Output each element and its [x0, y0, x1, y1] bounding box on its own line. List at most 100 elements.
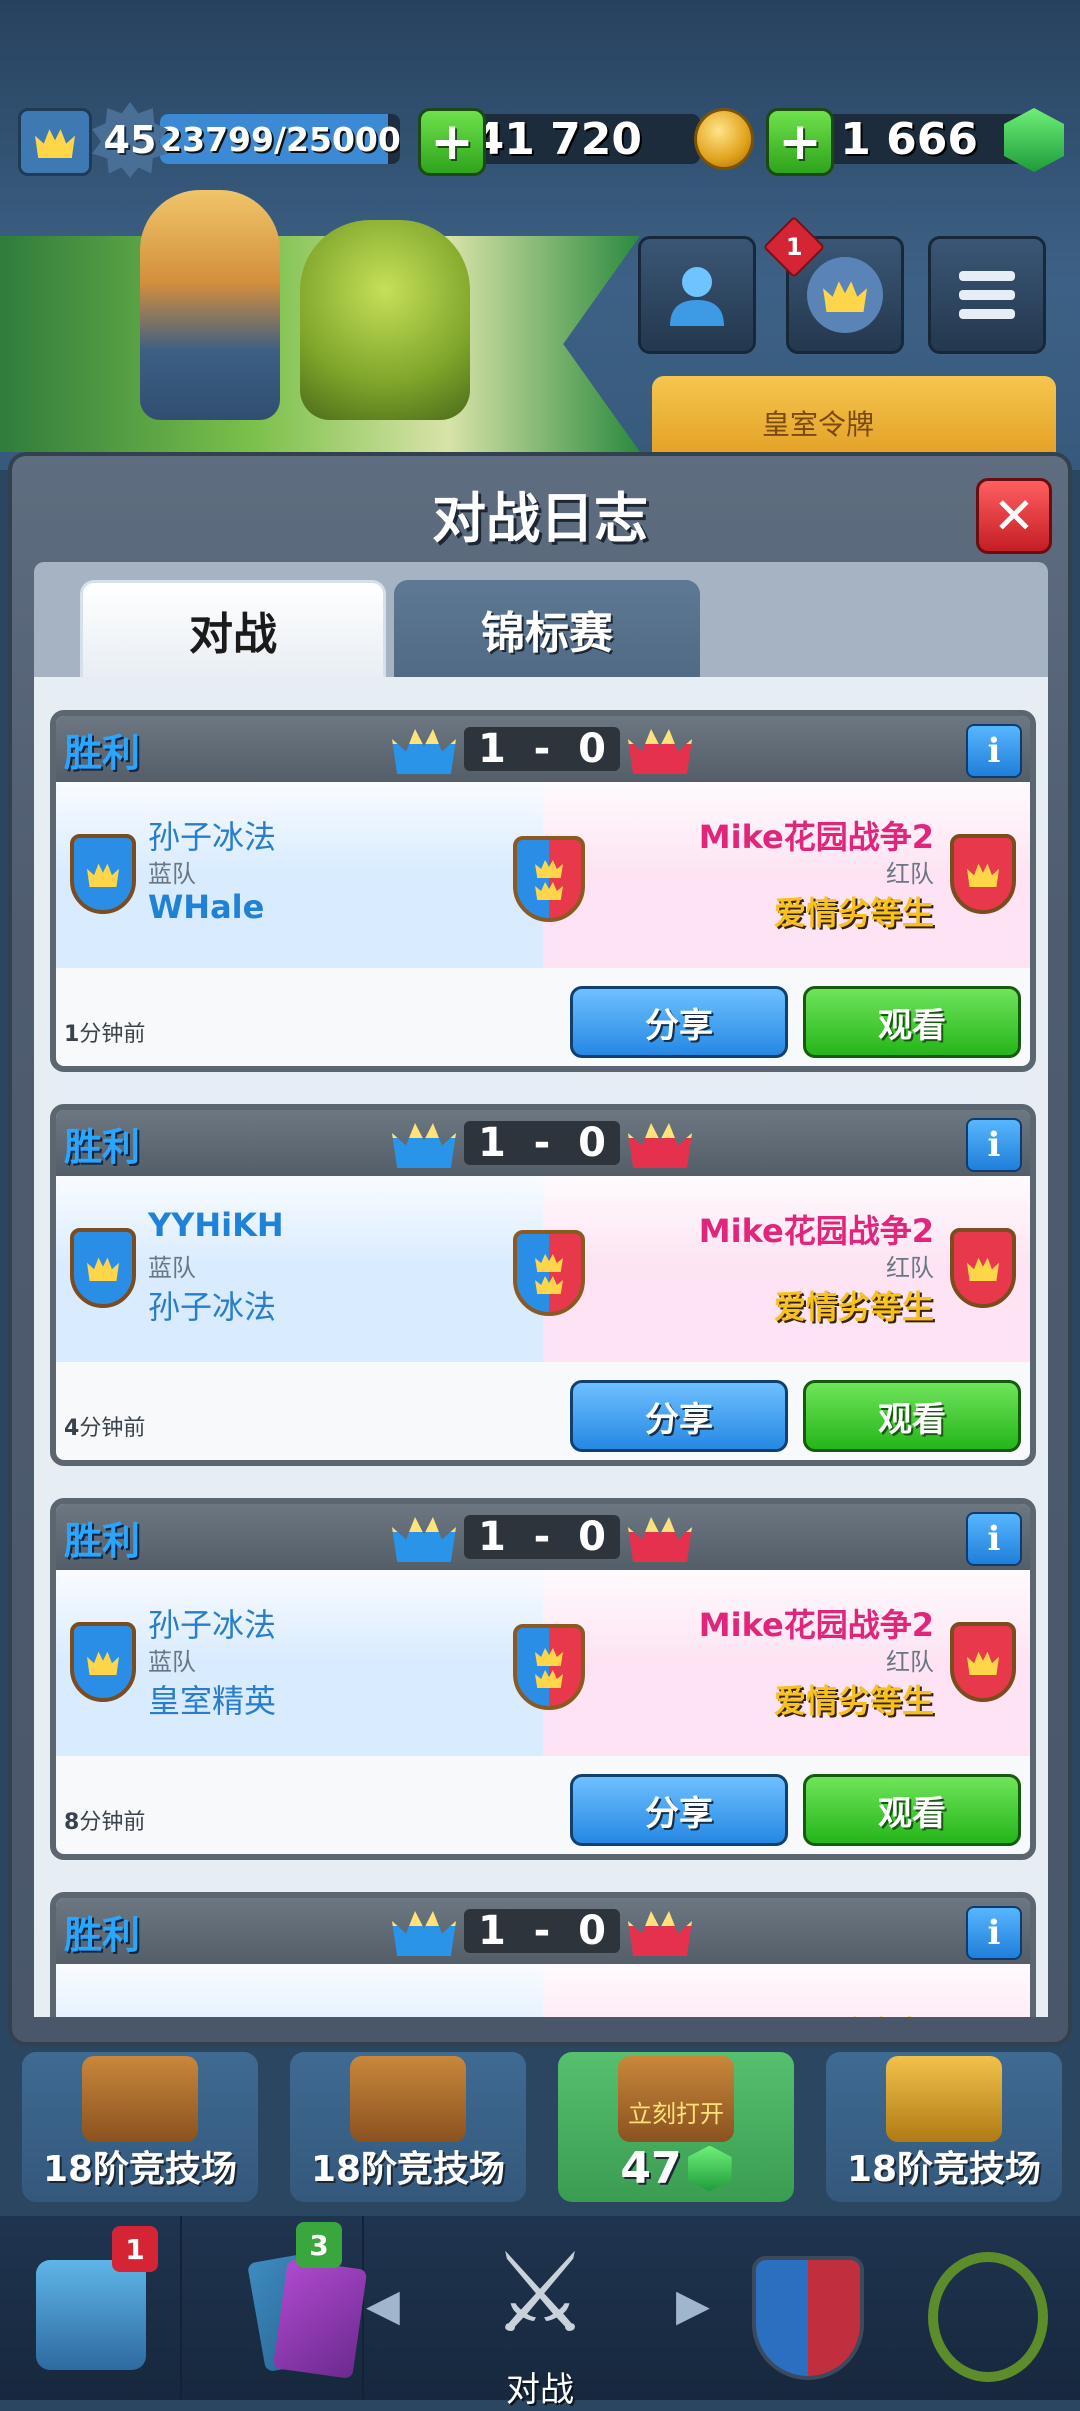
experience-bar[interactable]: 23799/25000 — [160, 114, 400, 164]
right-team-label: 红队 — [886, 1254, 934, 1282]
chest-slot-unlocking[interactable]: 立刻打开 47 — [558, 2052, 794, 2202]
golden-chest-icon — [886, 2056, 1002, 2142]
right-player-name[interactable]: Mike花园战争2 — [699, 1600, 934, 1646]
right-clan-name[interactable]: 爱情劣等生 — [774, 888, 934, 934]
battle-result: 胜利 — [64, 1518, 141, 1563]
blue-crown-icon — [392, 729, 456, 774]
share-button[interactable]: 分享 — [570, 986, 788, 1058]
tab-bar: 对战 锦标赛 — [34, 562, 1048, 677]
right-player-name[interactable]: Mike花园战争2 — [699, 1206, 934, 1252]
red-crown-icon — [628, 729, 692, 774]
level-number: 45 — [103, 118, 157, 162]
share-button[interactable]: 分享 — [570, 1380, 788, 1452]
blue-team-shield-icon — [70, 834, 136, 914]
nav-shop[interactable]: 1 — [0, 2216, 182, 2400]
score-left: 1 — [477, 1120, 506, 1166]
score-right: 0 — [578, 1908, 607, 1954]
tournament-laurel-icon[interactable] — [928, 2252, 1048, 2382]
info-button[interactable]: i — [966, 1906, 1022, 1960]
red-team-shield-icon — [950, 1622, 1016, 1702]
modal-title: 对战日志 — [432, 487, 648, 550]
gem-icon — [687, 2145, 732, 2192]
battle-time: 1分钟前 — [64, 1022, 146, 1047]
wooden-chest-icon — [350, 2056, 466, 2142]
next-arrow-icon[interactable]: ▶ — [676, 2280, 710, 2331]
friends-button[interactable] — [638, 236, 756, 354]
info-button[interactable]: i — [966, 724, 1022, 778]
score-separator: - — [533, 1120, 551, 1166]
battle-result: 胜利 — [64, 730, 141, 775]
right-player-name[interactable]: Mike花园战争2 — [699, 812, 934, 858]
left-player-name[interactable]: YYHiKH — [148, 1206, 284, 1244]
chest-slots: 18阶竞技场 18阶竞技场 立刻打开 47 18阶竞技场 — [0, 2046, 1080, 2222]
left-player-name[interactable]: 孙子冰法 — [148, 1600, 276, 1646]
right-player-name[interactable]: 库鲁帆 — [838, 2008, 934, 2017]
right-team-label: 红队 — [886, 860, 934, 888]
add-gold-button[interactable]: + — [418, 108, 486, 176]
battle-score: 1 - 0 — [392, 1510, 692, 1564]
versus-shield-icon — [513, 836, 585, 922]
gold-coin-icon — [694, 108, 754, 170]
tab-tournaments[interactable]: 锦标赛 — [394, 580, 700, 677]
chest-slot[interactable]: 18阶竞技场 — [290, 2052, 526, 2202]
battle-result: 胜利 — [64, 1124, 141, 1169]
right-team-label: 红队 — [886, 1648, 934, 1676]
battle-log-list[interactable]: 胜利 1 - 0 i 孙子冰法 蓝队 WHale Mike花园战争2 红队 爱情… — [34, 677, 1048, 2017]
left-clan-name[interactable]: 皇室精英 — [148, 1676, 276, 1722]
blue-team-shield-icon — [70, 1228, 136, 1308]
battle-score: 1 - 0 — [392, 1116, 692, 1170]
score-right: 0 — [578, 1514, 607, 1560]
watch-replay-button[interactable]: 观看 — [803, 1380, 1021, 1452]
battle-entry: 胜利 1 - 0 i 孙子冰法 库鲁帆 — [50, 1892, 1036, 2017]
versus-shield-icon — [513, 1230, 585, 1316]
left-player-name[interactable]: 孙子冰法 — [148, 812, 276, 858]
gem-amount: 1 666 — [840, 113, 978, 165]
menu-button[interactable] — [928, 236, 1046, 354]
left-clan-name[interactable]: 孙子冰法 — [148, 1282, 276, 1328]
add-gems-button[interactable]: + — [766, 108, 834, 176]
crown-profile-icon[interactable] — [18, 108, 92, 176]
score-left: 1 — [477, 1514, 506, 1560]
cards-icon-back — [272, 2258, 368, 2380]
share-button[interactable]: 分享 — [570, 1774, 788, 1846]
battle-log-modal: 对战日志 ✕ 对战 锦标赛 胜利 1 - 0 i 孙子冰法 蓝队 WHale M… — [8, 452, 1072, 2046]
left-player-name[interactable]: 孙子冰法 — [148, 2008, 276, 2017]
tab-battles[interactable]: 对战 — [80, 580, 386, 677]
clan-shield-icon[interactable] — [752, 2256, 864, 2380]
left-team-label: 蓝队 — [148, 860, 196, 888]
battle-entry: 胜利 1 - 0 i YYHiKH 蓝队 孙子冰法 Mike花园战争2 红队 爱… — [50, 1104, 1036, 1466]
wooden-chest-icon — [82, 2056, 198, 2142]
blue-team-shield-icon — [70, 1622, 136, 1702]
info-button[interactable]: i — [966, 1512, 1022, 1566]
chest-slot[interactable]: 18阶竞技场 — [826, 2052, 1062, 2202]
chest-slot[interactable]: 18阶竞技场 — [22, 2052, 258, 2202]
blue-crown-icon — [392, 1911, 456, 1956]
top-resource-bar: 23799/25000 45 41 720 + 1 666 + — [0, 100, 1080, 180]
right-clan-name[interactable]: 爱情劣等生 — [774, 1282, 934, 1328]
battle-score: 1 - 0 — [392, 1904, 692, 1958]
watch-replay-button[interactable]: 观看 — [803, 986, 1021, 1058]
battle-nav-label[interactable]: 对战 — [470, 2362, 610, 2411]
goblin-character-art — [300, 220, 470, 420]
left-clan-name[interactable]: WHale — [148, 888, 264, 926]
right-clan-name[interactable]: 爱情劣等生 — [774, 1676, 934, 1722]
crossed-swords-icon[interactable]: ⚔ — [470, 2228, 610, 2358]
hamburger-menu-icon — [959, 271, 1015, 319]
score-left: 1 — [477, 1908, 506, 1954]
red-crown-icon — [628, 1123, 692, 1168]
previous-arrow-icon[interactable]: ◀ — [366, 2280, 400, 2331]
level-star-icon: 45 — [92, 102, 168, 178]
score-separator: - — [533, 726, 551, 772]
watch-replay-button[interactable]: 观看 — [803, 1774, 1021, 1846]
bottom-navigation: 1 3 ◀ ⚔ 对战 ▶ — [0, 2216, 1080, 2410]
gem-cost: 47 — [558, 2143, 794, 2194]
chest-arena-label: 18阶竞技场 — [42, 2149, 238, 2190]
info-button[interactable]: i — [966, 1118, 1022, 1172]
shop-badge: 1 — [112, 2226, 158, 2272]
versus-shield-icon — [513, 1624, 585, 1710]
close-button[interactable]: ✕ — [976, 478, 1052, 554]
shop-chest-icon — [36, 2260, 146, 2370]
battle-result: 胜利 — [64, 1912, 141, 1957]
score-left: 1 — [477, 726, 506, 772]
chest-arena-label: 18阶竞技场 — [310, 2149, 506, 2190]
